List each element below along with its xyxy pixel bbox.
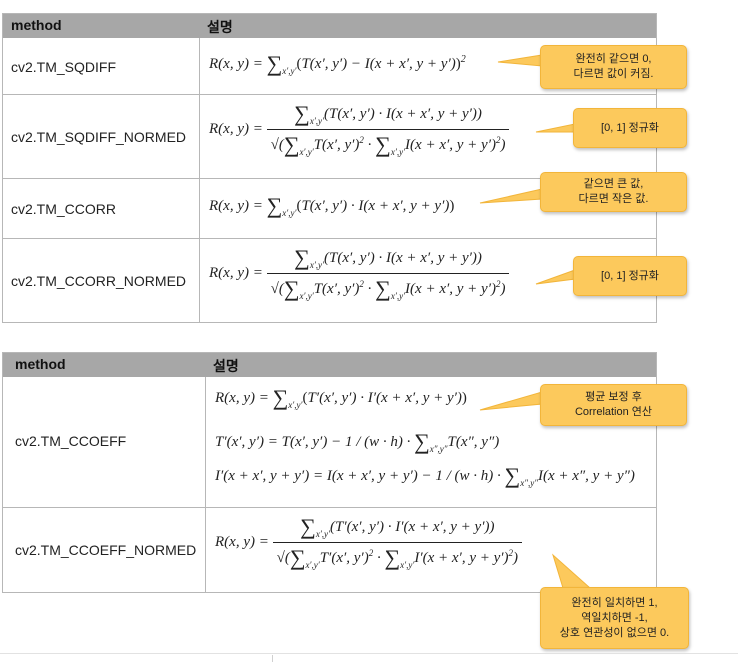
callout-tail	[535, 269, 576, 285]
callout-sqdiff: 완전히 같으면 0, 다르면 값이 커짐.	[540, 45, 687, 89]
callout-sqdiff-normed: [0, 1] 정규화	[573, 108, 687, 148]
callout-ccorr-normed: [0, 1] 정규화	[573, 256, 687, 296]
callout-tail	[497, 54, 543, 67]
callout-text: 같으면 큰 값, 다르면 작은 값.	[578, 178, 649, 205]
callout-tail	[479, 391, 543, 411]
callout-ccoeff-normed: 완전히 일치하면 1, 역일치하면 -1, 상호 연관성이 없으면 0.	[540, 587, 689, 649]
page-footer-divider	[0, 653, 738, 654]
callout-tail	[535, 123, 576, 133]
callout-text: 완전히 일치하면 1, 역일치하면 -1, 상호 연관성이 없으면 0.	[559, 596, 670, 639]
callout-text: 완전히 같으면 0, 다르면 값이 커짐.	[573, 53, 654, 80]
callout-text: [0, 1] 정규화	[601, 121, 659, 134]
callout-tails	[479, 54, 592, 589]
callout-tail	[479, 188, 543, 204]
callout-ccoeff: 평균 보정 후 Correlation 연산	[540, 384, 687, 426]
callout-text: 평균 보정 후 Correlation 연산	[574, 391, 653, 418]
callout-ccorr: 같으면 큰 값, 다르면 작은 값.	[540, 172, 687, 212]
callout-tail	[552, 553, 592, 589]
callout-text: [0, 1] 정규화	[601, 269, 659, 282]
footer-tick	[272, 655, 273, 662]
